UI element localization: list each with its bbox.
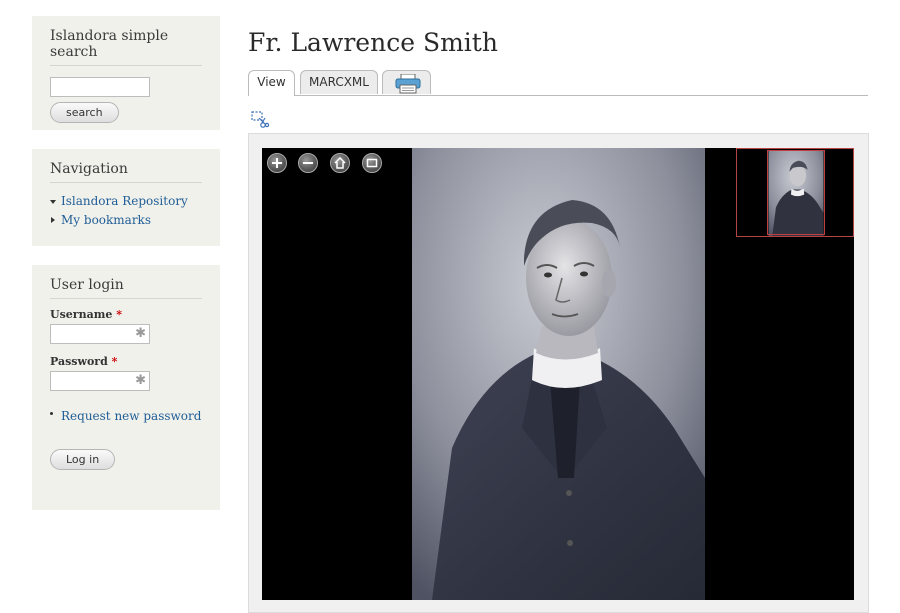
tab-print[interactable]: [382, 70, 431, 94]
navigator-viewport-region[interactable]: [767, 150, 825, 235]
nav-item-label: My bookmarks: [61, 213, 151, 227]
tab-marcxml[interactable]: MARCXML: [300, 70, 378, 94]
search-input[interactable]: [50, 77, 150, 97]
search-block-title: Islandora simple search: [50, 28, 202, 66]
image-viewer[interactable]: [262, 148, 854, 600]
tab-bar: View MARCXML: [248, 70, 868, 96]
asterisk-icon: ✱: [135, 326, 146, 341]
search-button[interactable]: search: [50, 102, 119, 123]
viewer-navigator[interactable]: [736, 148, 854, 237]
password-label: Password *: [50, 355, 202, 368]
home-icon[interactable]: [330, 153, 350, 173]
zoom-out-icon[interactable]: [298, 153, 318, 173]
nav-item-my-bookmarks[interactable]: My bookmarks: [50, 211, 202, 230]
password-label-text: Password: [50, 355, 108, 368]
nav-item-label: Islandora Repository: [61, 194, 188, 208]
bullet-icon: [50, 412, 53, 415]
expanded-arrow-icon: [50, 200, 56, 204]
username-field[interactable]: ✱: [50, 324, 150, 344]
username-label: Username *: [50, 308, 202, 321]
tab-view[interactable]: View: [248, 70, 295, 96]
user-login-block: User login Username * ✱ Password * ✱ Req…: [32, 265, 220, 510]
clip-crop-icon[interactable]: [251, 111, 269, 129]
request-password-item: Request new password: [50, 405, 202, 424]
password-field[interactable]: ✱: [50, 371, 150, 391]
asterisk-icon: ✱: [135, 373, 146, 388]
zoom-in-icon[interactable]: [267, 153, 287, 173]
portrait-photo: [412, 148, 705, 600]
navigation-menu: Islandora Repository My bookmarks: [50, 192, 202, 230]
user-login-title: User login: [50, 277, 202, 299]
search-block: Islandora simple search search: [32, 16, 220, 130]
page-title: Fr. Lawrence Smith: [248, 28, 498, 57]
username-label-text: Username: [50, 308, 113, 321]
collapsed-arrow-icon: [51, 217, 55, 223]
log-in-button[interactable]: Log in: [50, 449, 116, 470]
required-marker: *: [111, 355, 118, 368]
navigation-block-title: Navigation: [50, 161, 202, 183]
request-new-password-link[interactable]: Request new password: [61, 409, 201, 423]
nav-item-islandora-repository[interactable]: Islandora Repository: [50, 192, 202, 211]
required-marker: *: [116, 308, 122, 321]
printer-icon: [395, 74, 421, 94]
fullscreen-icon[interactable]: [362, 153, 382, 173]
navigation-block: Navigation Islandora Repository My bookm…: [32, 149, 220, 246]
